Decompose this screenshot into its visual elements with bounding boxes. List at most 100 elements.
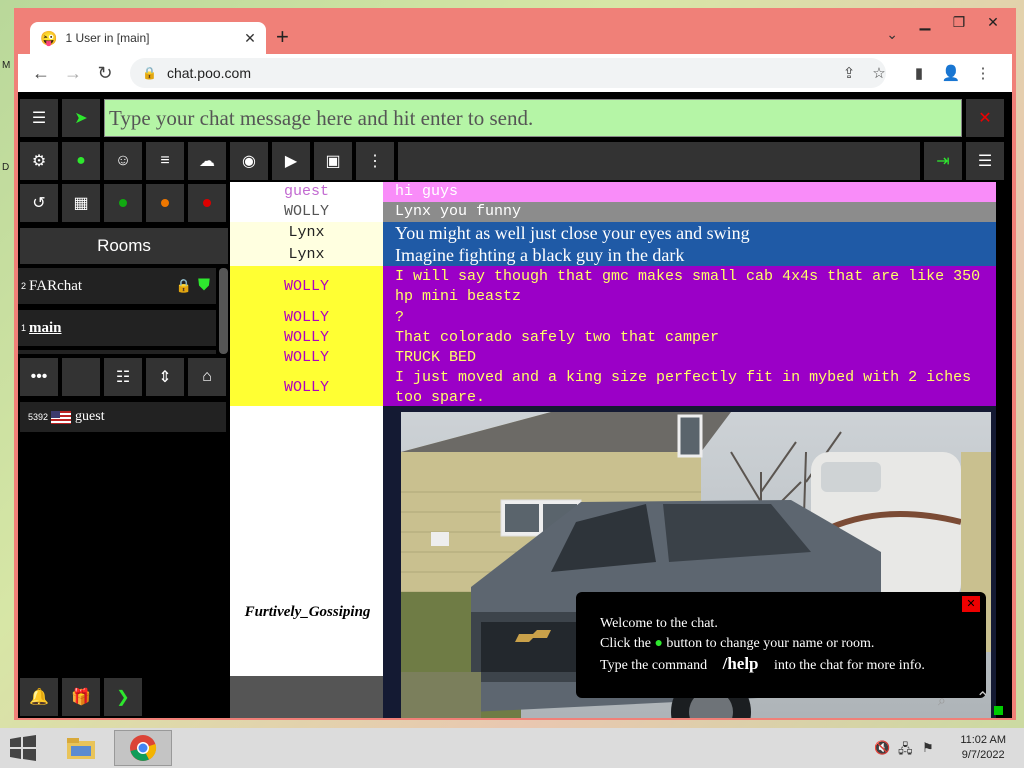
browser-tab[interactable]: 😜 1 User in [main] ✕ xyxy=(30,22,266,54)
chat-message: WOLLY Lynx you funny xyxy=(230,202,996,222)
message-user[interactable]: WOLLY xyxy=(230,368,383,408)
chevron-right-icon[interactable]: ❯ xyxy=(104,678,142,716)
taskbar: 🔇 🖧 ⚑ 11:02 AM 9/7/2022 xyxy=(0,728,1024,768)
room-item-partial xyxy=(18,350,216,354)
new-tab-button[interactable]: + xyxy=(276,24,289,50)
shield-icon: ⛊ xyxy=(197,277,210,294)
chat-page: ☰ ➤ Type your chat message here and hit … xyxy=(18,92,1012,718)
browser-toolbar: ← → ↻ 🔒 chat.poo.com ⇪ ☆ ▮ 👤 ⋮ xyxy=(18,54,1012,92)
emoji-icon[interactable]: ☺ xyxy=(104,142,142,180)
us-flag-icon xyxy=(51,410,72,424)
reload-icon[interactable]: ↻ xyxy=(92,60,118,86)
user-profile-icon[interactable]: ● xyxy=(62,142,100,180)
sliders-icon[interactable]: ≡ xyxy=(146,142,184,180)
message-user[interactable]: WOLLY xyxy=(230,308,383,328)
history-icon[interactable]: ↺ xyxy=(20,184,58,222)
network-icon[interactable]: 🖧 xyxy=(898,740,913,762)
desktop-icon-label-fragment: D xyxy=(2,162,10,173)
rooms-header: Rooms xyxy=(20,228,228,264)
bell-icon[interactable]: 🔔 xyxy=(20,678,58,716)
profile-icon[interactable]: 👤 xyxy=(940,62,962,84)
status-green-dot[interactable] xyxy=(104,184,142,222)
side-panel-icon[interactable]: ▮ xyxy=(908,62,930,84)
login-icon[interactable]: ⇥ xyxy=(924,142,962,180)
room-item-main[interactable]: 1 main xyxy=(18,310,216,346)
image-icon[interactable]: ▣ xyxy=(314,142,352,180)
chat-message: WOLLY That colorado safely two that camp… xyxy=(230,328,996,348)
message-text: I will say though that gmc makes small c… xyxy=(383,266,996,308)
connection-status-indicator xyxy=(994,706,1003,715)
list-toggle-icon[interactable]: ☰ xyxy=(20,99,58,137)
action-center-icon[interactable]: ⚑ xyxy=(922,740,934,756)
laughing-face-icon: 😜 xyxy=(40,29,58,46)
message-user[interactable]: WOLLY xyxy=(230,328,383,348)
message-user[interactable]: WOLLY xyxy=(230,202,383,222)
birthday-cake-icon[interactable]: ▦ xyxy=(62,184,100,222)
close-tab-icon[interactable]: ✕ xyxy=(240,30,260,47)
clock-date: 9/7/2022 xyxy=(961,749,1005,761)
search-icon[interactable]: ⌕ xyxy=(938,692,946,709)
chat-message: Lynx Imagine fighting a black guy in the… xyxy=(230,244,996,266)
clear-input-icon[interactable]: ✕ xyxy=(966,99,1004,137)
more-vertical-icon[interactable]: ⋮ xyxy=(356,142,394,180)
tab-title: 1 User in [main] xyxy=(65,31,150,45)
message-user[interactable]: WOLLY xyxy=(230,348,383,368)
chrome-taskbar-icon[interactable] xyxy=(114,730,172,766)
message-user[interactable]: Lynx xyxy=(230,244,383,266)
message-text: hi guys xyxy=(383,182,996,202)
chat-message: WOLLY TRUCK BED xyxy=(230,348,996,368)
room-name: main xyxy=(29,319,62,336)
room-item-farchat[interactable]: 2 FARchat 🔒 ⛊ xyxy=(18,268,216,304)
tab-strip: 😜 1 User in [main] ✕ + ⌄ ▁ ❐ ✕ xyxy=(14,8,1016,54)
list-icon[interactable]: ☷ xyxy=(104,358,142,396)
forward-arrow-icon[interactable]: → xyxy=(60,60,86,86)
more-options-icon[interactable]: ••• xyxy=(20,358,58,396)
chevron-up-icon[interactable]: ⌃ xyxy=(976,688,989,708)
message-text: That colorado safely two that camper xyxy=(383,328,996,348)
welcome-help: Type the command /help into the chat for… xyxy=(600,654,986,676)
message-user[interactable]: Lynx xyxy=(230,222,383,244)
back-arrow-icon[interactable]: ← xyxy=(28,60,54,86)
send-plane-icon[interactable]: ➤ xyxy=(62,99,100,137)
message-text: You might as well just close your eyes a… xyxy=(383,222,996,244)
welcome-text: Click the xyxy=(600,636,651,651)
window-controls: ▁ ❐ ✕ xyxy=(908,10,1010,34)
share-icon[interactable]: ⇪ xyxy=(838,62,860,84)
speaker-muted-icon[interactable]: 🔇 xyxy=(874,740,890,756)
chat-message-input[interactable]: Type your chat message here and hit ente… xyxy=(104,99,962,137)
user-list-item[interactable]: 5392 guest xyxy=(20,402,226,432)
message-text: ? xyxy=(383,308,996,328)
camera-icon[interactable]: ◉ xyxy=(230,142,268,180)
minimize-icon[interactable]: ▁ xyxy=(908,10,942,34)
blank-button[interactable] xyxy=(62,358,100,396)
user-id: 5392 xyxy=(28,412,49,422)
system-clock[interactable]: 11:02 AM 9/7/2022 xyxy=(960,733,1006,763)
status-orange-dot[interactable] xyxy=(146,184,184,222)
help-command: /help xyxy=(722,654,759,673)
settings-gears-icon[interactable]: ⚙ xyxy=(20,142,58,180)
toolbar-spacer xyxy=(398,142,920,180)
close-popup-icon[interactable]: ✕ xyxy=(962,596,980,612)
user-profile-icon: ● xyxy=(654,636,663,651)
gift-icon[interactable]: 🎁 xyxy=(62,678,100,716)
door-exit-icon[interactable]: ⌂ xyxy=(188,358,226,396)
sort-icon[interactable]: ⇕ xyxy=(146,358,184,396)
address-bar[interactable]: 🔒 chat.poo.com xyxy=(130,58,886,88)
lock-icon: 🔒 xyxy=(142,66,157,80)
close-window-icon[interactable]: ✕ xyxy=(976,10,1010,34)
cloud-upload-icon[interactable]: ☁ xyxy=(188,142,226,180)
bookmark-star-icon[interactable]: ☆ xyxy=(868,62,890,84)
tab-search-button[interactable]: ⌄ xyxy=(886,26,898,43)
windows-start-icon[interactable] xyxy=(8,734,38,762)
maximize-icon[interactable]: ❐ xyxy=(942,10,976,34)
hamburger-menu-icon[interactable]: ☰ xyxy=(966,142,1004,180)
message-user[interactable]: WOLLY xyxy=(230,266,383,308)
status-red-dot[interactable] xyxy=(188,184,226,222)
menu-kebab-icon[interactable]: ⋮ xyxy=(972,62,994,84)
welcome-text: into the chat for more info. xyxy=(774,658,925,673)
chat-message: guest hi guys xyxy=(230,182,996,202)
rooms-scrollbar[interactable] xyxy=(219,268,228,354)
video-icon[interactable]: ▶ xyxy=(272,142,310,180)
message-user[interactable]: guest xyxy=(230,182,383,202)
file-explorer-icon[interactable] xyxy=(52,730,110,766)
